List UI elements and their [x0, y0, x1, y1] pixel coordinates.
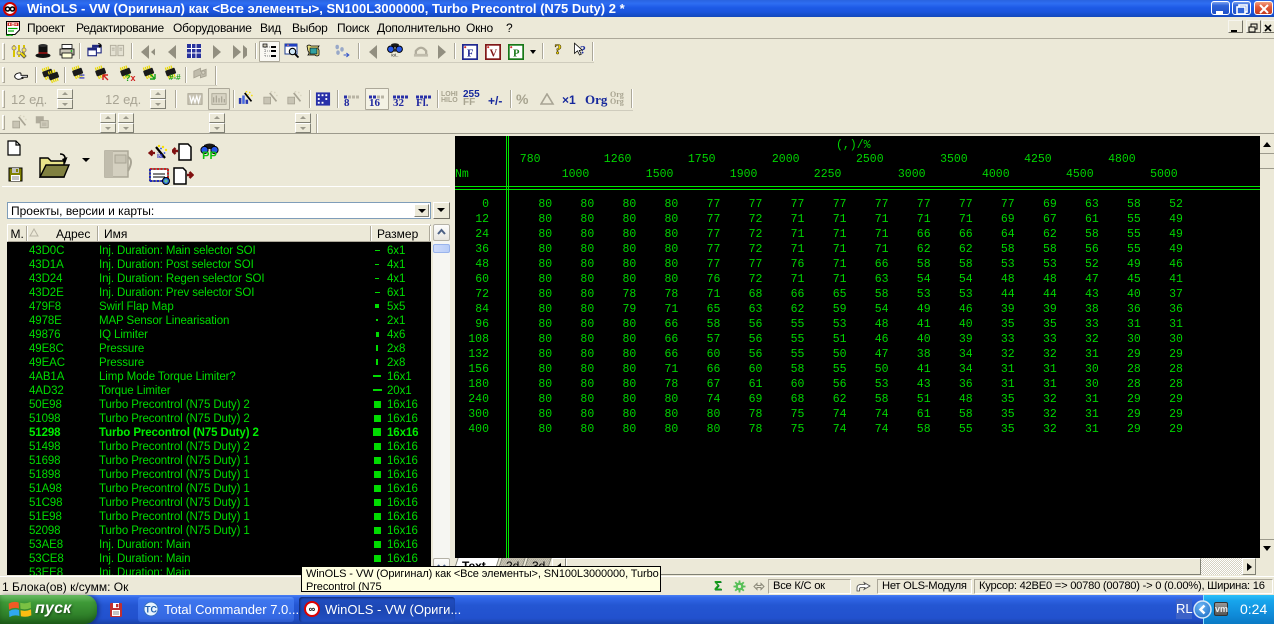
svg-text:PP: PP: [202, 150, 217, 161]
svg-text:V: V: [489, 48, 497, 59]
svg-text:ioi..: ioi..: [391, 53, 398, 58]
svg-text:?: ?: [554, 41, 562, 57]
svg-text:F: F: [467, 48, 474, 59]
svg-text:∞: ∞: [309, 604, 316, 614]
svg-text:ia: ia: [157, 153, 163, 160]
svg-text:TC: TC: [145, 605, 157, 615]
svg-text:P: P: [513, 48, 520, 59]
